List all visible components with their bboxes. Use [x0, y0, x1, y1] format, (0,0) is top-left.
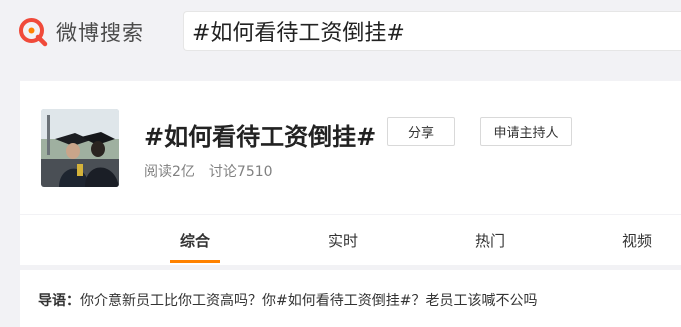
tab-video[interactable]: 视频 — [612, 215, 662, 265]
brand-name: 微博搜索 — [56, 21, 144, 45]
read-count: 阅读2亿 — [144, 164, 195, 180]
topic-card: #如何看待工资倒挂# 分享 申请主持人 阅读2亿 讨论7510 — [20, 81, 681, 214]
guide-label: 导语： — [38, 293, 80, 309]
apply-host-button[interactable]: 申请主持人 — [480, 117, 572, 146]
guide-line: 导语：你介意新员工比你工资高吗？你#如何看待工资倒挂#？老员工该喊不公吗 — [38, 290, 537, 310]
weibo-search-logo-icon — [18, 17, 48, 47]
share-button[interactable]: 分享 — [387, 117, 455, 146]
top-bar: 微博搜索 — [0, 0, 681, 66]
guide-text: 你介意新员工比你工资高吗？你#如何看待工资倒挂#？老员工该喊不公吗 — [80, 293, 538, 309]
discussion-count: 讨论7510 — [208, 164, 273, 180]
topic-stats: 阅读2亿 讨论7510 — [144, 161, 273, 181]
tab-comprehensive[interactable]: 综合 — [170, 215, 220, 265]
tab-bar: 综合 实时 热门 视频 — [20, 215, 681, 265]
search-input[interactable] — [184, 12, 681, 50]
tab-realtime[interactable]: 实时 — [318, 215, 368, 265]
tab-hot[interactable]: 热门 — [465, 215, 515, 265]
weibo-search-logo[interactable]: 微博搜索 — [18, 17, 144, 47]
topic-image[interactable] — [41, 109, 119, 187]
topic-title: #如何看待工资倒挂# — [144, 123, 377, 151]
search-box[interactable] — [183, 11, 681, 51]
topic-guide: 导语：你介意新员工比你工资高吗？你#如何看待工资倒挂#？老员工该喊不公吗 — [20, 270, 681, 327]
